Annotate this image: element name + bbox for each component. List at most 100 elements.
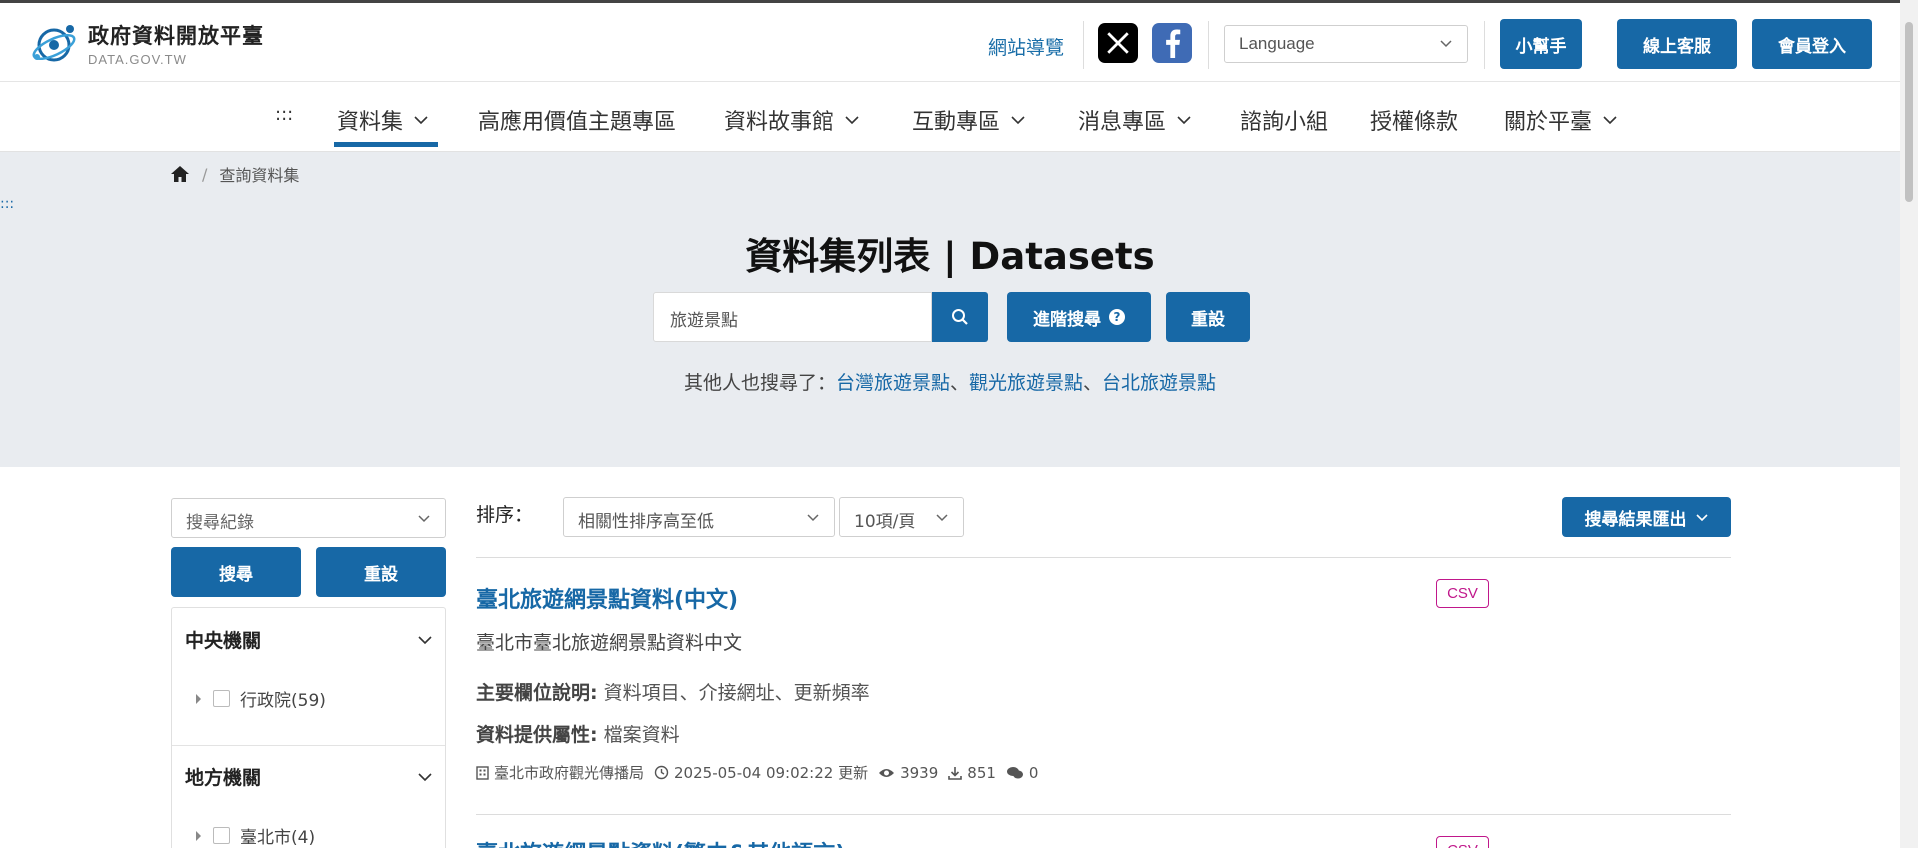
chevron-down-icon [414,116,428,125]
facet-checkbox[interactable] [213,827,230,844]
related-search-link[interactable]: 觀光旅遊景點 [969,372,1083,394]
search-button[interactable] [932,292,988,342]
comments-icon [1006,766,1023,778]
nav-item-interactive[interactable]: 互動專區 [912,104,1026,136]
sort-select-value: 相關性排序高至低 [578,512,714,532]
sidebar-reset-button[interactable]: 重設 [316,547,446,597]
eye-icon [879,768,895,777]
nav-item-license[interactable]: 授權條款 [1370,104,1458,136]
export-results-button[interactable]: 搜尋結果匯出 [1562,497,1731,537]
related-search-link[interactable]: 台北旅遊景點 [1102,372,1216,394]
comment-count: 0 [1028,763,1039,782]
result-title-link[interactable]: 臺北旅遊網景點資料(中文) [476,582,738,614]
facebook-icon[interactable] [1152,23,1192,63]
facet-title-local[interactable]: 地方機關 [185,763,261,790]
online-service-button[interactable]: 線上客服 [1617,19,1737,69]
search-input[interactable]: 旅遊景點 [653,292,932,342]
nav-item-label: 資料故事館 [724,110,835,135]
facet-title-central[interactable]: 中央機關 [185,626,261,653]
nav-item-datasets[interactable]: 資料集 [337,104,429,136]
page-title: 資料集列表 | Datasets [745,235,1155,278]
search-history-placeholder: 搜尋紀錄 [186,513,254,533]
result-title-link[interactable]: 臺北旅遊網景點資料(繁中&其他語言) [476,836,845,848]
logo-icon [28,17,80,69]
field-value: 資料項目、介接網址、更新頻率 [603,682,870,704]
nav-item-label: 高應用價值主題專區 [478,110,677,135]
advanced-search-label: 進階搜尋 [1033,309,1101,330]
related-search-link[interactable]: 台灣旅遊景點 [836,372,950,394]
facet-item[interactable]: 臺北市(4) [196,823,315,848]
chevron-down-icon [845,116,859,125]
chevron-down-icon [1440,40,1452,48]
facet-panel: 中央機關 行政院(59) 地方機關 臺北市(4) [171,607,446,848]
nav-item-news[interactable]: 消息專區 [1078,104,1192,136]
help-icon: ? [1109,309,1125,325]
nav-item-label: 關於平臺 [1504,110,1593,135]
field-label: 主要欄位說明: [476,682,598,704]
chevron-down-icon [1177,116,1191,125]
separator: 、 [1083,372,1103,394]
nav-item-label: 諮詢小組 [1240,110,1329,135]
chevron-down-icon[interactable] [417,769,433,785]
divider [1083,21,1084,69]
chevron-down-icon[interactable] [417,632,433,648]
nav-item-high-value-topics[interactable]: 高應用價值主題專區 [478,104,676,136]
member-login-button[interactable]: 會員登入 [1752,19,1872,69]
nav-item-data-stories[interactable]: 資料故事館 [724,104,860,136]
x-twitter-icon[interactable] [1098,23,1138,63]
format-badge[interactable]: CSV [1436,836,1489,848]
per-page-select[interactable]: 10項/頁 [839,497,964,537]
nav-item-label: 互動專區 [912,110,1001,135]
site-logo[interactable]: 政府資料開放平臺 DATA.GOV.TW [28,17,264,69]
expand-caret-icon[interactable] [196,830,201,841]
chevron-down-icon [1011,116,1025,125]
expand-caret-icon[interactable] [196,693,201,704]
facet-item-label: 行政院(59) [240,691,326,711]
divider [1208,21,1209,69]
nav-item-label: 消息專區 [1078,110,1167,135]
language-select[interactable]: Language [1224,25,1468,63]
chevron-down-icon [418,515,430,523]
advanced-search-button[interactable]: 進階搜尋 ? [1007,292,1151,342]
download-count: 851 [967,763,996,782]
clock-icon [654,765,669,780]
field-value: 檔案資料 [603,724,680,746]
divider [476,814,1731,815]
sidebar-search-button[interactable]: 搜尋 [171,547,301,597]
facet-item[interactable]: 行政院(59) [196,686,326,711]
facet-item-label: 臺北市(4) [240,828,316,848]
helper-button[interactable]: 小幫手 [1500,19,1582,69]
breadcrumb: / 查詢資料集 [170,162,299,186]
building-icon [476,765,489,780]
site-navigation-link[interactable]: 網站導覽 [988,33,1064,60]
sort-label: 排序： [476,504,534,526]
facet-checkbox[interactable] [213,690,230,707]
search-hero: / 查詢資料集 ::: 資料集列表 | Datasets 旅遊景點 進階搜尋 ?… [0,152,1900,467]
logo-subtitle: DATA.GOV.TW [88,51,187,67]
related-searches-label: 其他人也搜尋了： [683,372,836,394]
separator: 、 [949,372,969,394]
download-icon [948,766,963,780]
search-history-select[interactable]: 搜尋紀錄 [171,498,446,538]
chevron-down-icon [1695,514,1708,522]
format-badge[interactable]: CSV [1436,579,1489,608]
nav-item-about[interactable]: 關於平臺 [1504,104,1618,136]
divider [476,557,1731,558]
scrollbar-thumb[interactable] [1905,22,1913,202]
divider [1484,21,1485,69]
result-description: 臺北市臺北旅遊網景點資料中文 [476,632,743,654]
field-label: 資料提供屬性: [476,724,598,746]
main-navigation: ::: 資料集 高應用價值主題專區 資料故事館 互動專區 消息專區 諮詢小組 授… [0,82,1900,152]
home-icon[interactable] [170,165,190,183]
nav-item-label: 授權條款 [1370,110,1459,135]
sort-select[interactable]: 相關性排序高至低 [563,497,835,537]
breadcrumb-separator: / [202,164,208,184]
reset-button[interactable]: 重設 [1166,292,1250,342]
breadcrumb-current: 查詢資料集 [219,166,300,185]
page-scrollbar[interactable] [1900,0,1918,848]
nav-item-advisory[interactable]: 諮詢小組 [1240,104,1328,136]
nav-accesskey-dots[interactable]: ::: [275,104,293,125]
export-results-label: 搜尋結果匯出 [1584,509,1687,530]
site-header: 政府資料開放平臺 DATA.GOV.TW 網站導覽 Language 小幫手 線… [0,0,1900,82]
accesskey-dots[interactable]: ::: [0,196,14,212]
